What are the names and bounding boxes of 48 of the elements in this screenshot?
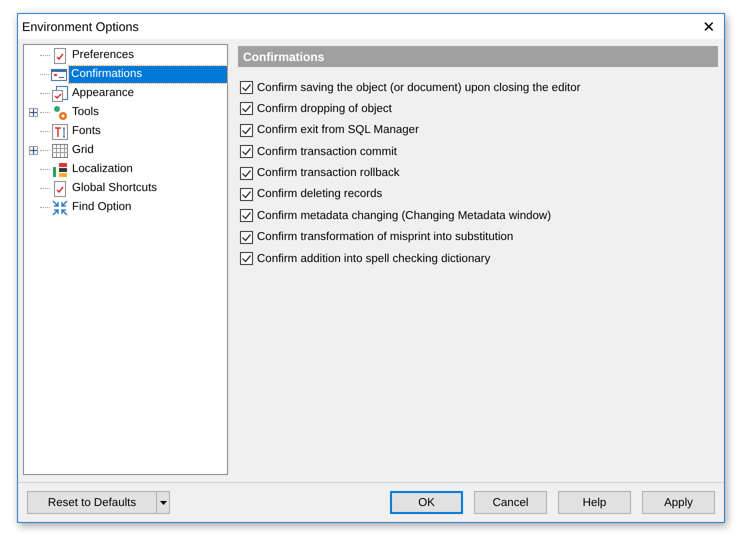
checkbox-label[interactable]: Confirm exit from SQL Manager bbox=[257, 124, 419, 136]
checkbox[interactable] bbox=[240, 81, 253, 94]
checkbox-label[interactable]: Confirm dropping of object bbox=[257, 102, 392, 115]
expand-icon[interactable] bbox=[29, 146, 38, 155]
help-button[interactable]: Help bbox=[558, 491, 631, 514]
ok-button[interactable]: OK bbox=[390, 491, 463, 514]
checkbox[interactable] bbox=[240, 252, 253, 266]
checkbox-label[interactable]: Confirm metadata changing (Changing Metadata window) bbox=[257, 210, 552, 222]
gears-icon bbox=[52, 104, 68, 120]
close-button[interactable]: ✕ bbox=[694, 14, 724, 39]
checkbox[interactable] bbox=[240, 124, 253, 137]
document-icon bbox=[52, 48, 68, 64]
window-title: Environment Options bbox=[22, 20, 139, 34]
checkbox[interactable] bbox=[240, 102, 253, 116]
section-header: Confirmations bbox=[238, 46, 718, 67]
tree-item[interactable]: Fonts bbox=[70, 123, 103, 140]
tree-item[interactable]: Grid bbox=[70, 142, 96, 159]
checkbox-label[interactable]: Confirm deleting records bbox=[257, 188, 382, 200]
tree-item[interactable]: Localization bbox=[70, 161, 135, 178]
grid-icon bbox=[52, 142, 68, 158]
tree-item[interactable]: Preferences bbox=[70, 47, 136, 64]
tree-item[interactable]: Appearance bbox=[70, 85, 136, 102]
reset-button[interactable]: Reset to Defaults bbox=[27, 491, 157, 514]
checkbox-label[interactable]: Confirm saving the object (or document) upon closing the editor bbox=[257, 82, 580, 94]
window-icon bbox=[52, 86, 68, 102]
form-icon bbox=[51, 66, 68, 82]
checkbox[interactable] bbox=[240, 188, 253, 201]
apply-button[interactable]: Apply bbox=[642, 491, 715, 514]
checkbox-label[interactable]: Confirm transaction rollback bbox=[257, 167, 400, 180]
flags-icon bbox=[52, 162, 68, 178]
tree-item[interactable]: Tools bbox=[70, 104, 101, 121]
font-icon bbox=[52, 124, 68, 140]
arrows-icon bbox=[52, 200, 68, 216]
checkbox[interactable] bbox=[240, 145, 253, 158]
checkbox[interactable] bbox=[240, 230, 253, 244]
checkbox-label[interactable]: Confirm addition into spell checking dictionary bbox=[257, 252, 490, 265]
expand-icon[interactable] bbox=[29, 108, 38, 117]
tree-item[interactable]: Global Shortcuts bbox=[70, 180, 160, 197]
tree-item[interactable]: Find Option bbox=[70, 199, 134, 216]
checkbox[interactable] bbox=[240, 209, 253, 222]
document-icon bbox=[52, 180, 68, 196]
dropdown-button[interactable] bbox=[157, 491, 170, 514]
caret-icon bbox=[160, 500, 166, 504]
cancel-button[interactable]: Cancel bbox=[474, 491, 547, 514]
checkbox-label[interactable]: Confirm transformation of misprint into substitution bbox=[257, 231, 514, 244]
tree-item[interactable]: Confirmations bbox=[69, 66, 227, 83]
checkbox-label[interactable]: Confirm transaction commit bbox=[257, 146, 397, 158]
checkbox[interactable] bbox=[240, 166, 253, 180]
